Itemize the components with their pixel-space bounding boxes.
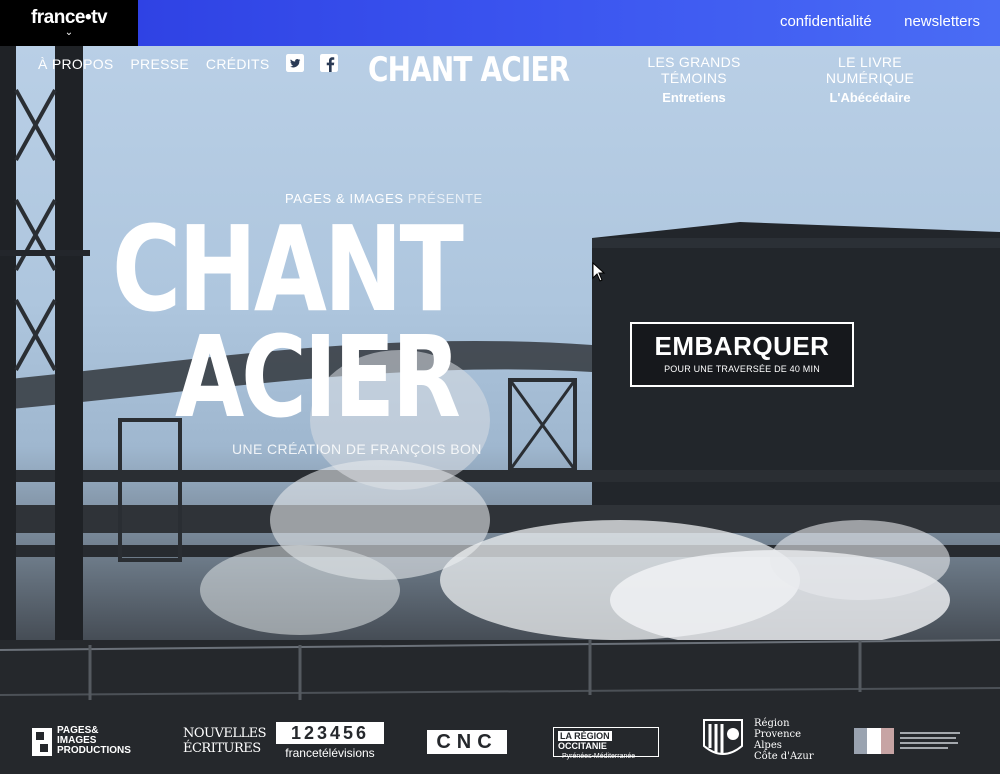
nav-credits[interactable]: CRÉDITS (206, 56, 270, 72)
paca-line4: Côte d'Azur (754, 751, 814, 762)
embark-button[interactable]: EMBARQUER POUR UNE TRAVERSÉE DE 40 MIN (630, 322, 854, 387)
nav-witnesses-title: LES GRANDS TÉMOINS (647, 54, 741, 86)
pages-images-logo[interactable]: PAGES& IMAGES PRODUCTIONS (32, 726, 142, 758)
ftv-label: francetélévisions (285, 746, 375, 760)
france-tv-logo[interactable]: france•tv ⌄ (0, 0, 138, 46)
creation-line: UNE CRÉATION DE FRANÇOIS BON (232, 441, 482, 457)
ne-line1: NOUVELLES (183, 726, 267, 741)
paca-line2: Provence (754, 729, 802, 740)
privacy-link[interactable]: confidentialité (780, 13, 872, 30)
nav-ebook[interactable]: LE LIVRE NUMÉRIQUE L'Abécédaire (794, 54, 946, 105)
cnc-logo[interactable]: CNC (427, 730, 507, 754)
mouse-cursor-icon (592, 262, 606, 282)
hero-title-line2: ACIER (175, 313, 461, 443)
nav-press[interactable]: PRESSE (130, 56, 189, 72)
paca-line1: Région (754, 718, 790, 729)
france-televisions-logo[interactable]: 123456 francetélévisions (276, 722, 384, 760)
ne-line2: ÉCRITURES (183, 741, 261, 756)
chevron-down-icon[interactable]: ⌄ (0, 28, 138, 38)
hero-background: À PROPOS PRESSE CRÉDITS CHANT ACIER LES … (0, 46, 1000, 774)
paca-line3: Alpes (754, 740, 782, 751)
embark-label: EMBARQUER (654, 331, 830, 361)
nav-witnesses-subtitle: Entretiens (662, 90, 726, 105)
nav-witnesses[interactable]: LES GRANDS TÉMOINS Entretiens (614, 54, 774, 105)
nav-ebook-subtitle: L'Abécédaire (829, 90, 911, 105)
ministry-logo[interactable] (854, 728, 964, 754)
ministry-text-lines (900, 732, 960, 749)
brand-name: france•tv (30, 7, 108, 28)
occ-region: LA RÉGION (558, 731, 612, 741)
newsletters-link[interactable]: newsletters (904, 13, 980, 30)
top-bar: france•tv ⌄ confidentialité newsletters (0, 0, 1000, 46)
marianne-icon (854, 728, 894, 754)
paca-shield-icon (703, 719, 743, 755)
top-links: confidentialité newsletters (752, 13, 980, 31)
creation-label: UNE CRÉATION DE (232, 441, 367, 457)
twitter-icon[interactable] (286, 54, 305, 72)
facebook-icon[interactable] (320, 54, 339, 72)
nav-ebook-title: LE LIVRE NUMÉRIQUE (825, 54, 915, 86)
ftv-digits: 123456 (276, 722, 384, 744)
site-logo[interactable]: CHANT ACIER (368, 50, 570, 90)
pages-images-mark-icon (32, 728, 52, 756)
pi-line3: PRODUCTIONS (57, 745, 131, 756)
nav-left: À PROPOS PRESSE CRÉDITS (38, 54, 350, 72)
steel-plant-photo (0, 46, 1000, 774)
occ-sub: Pyrénées-Méditerranée (562, 753, 636, 760)
embark-duration: POUR UNE TRAVERSÉE DE 40 MIN (664, 364, 820, 374)
occ-name: OCCITANIE (558, 741, 607, 751)
cnc-label: CNC (436, 731, 498, 753)
nouvelles-ecritures-logo[interactable]: NOUVELLES ÉCRITURES (183, 726, 267, 756)
region-occitanie-logo[interactable]: LA RÉGION OCCITANIE Pyrénées-Méditerrané… (553, 727, 659, 760)
author-name: FRANÇOIS BON (370, 441, 482, 457)
nav-about[interactable]: À PROPOS (38, 56, 114, 72)
partner-logos: PAGES& IMAGES PRODUCTIONS NOUVELLES ÉCRI… (0, 712, 1000, 774)
